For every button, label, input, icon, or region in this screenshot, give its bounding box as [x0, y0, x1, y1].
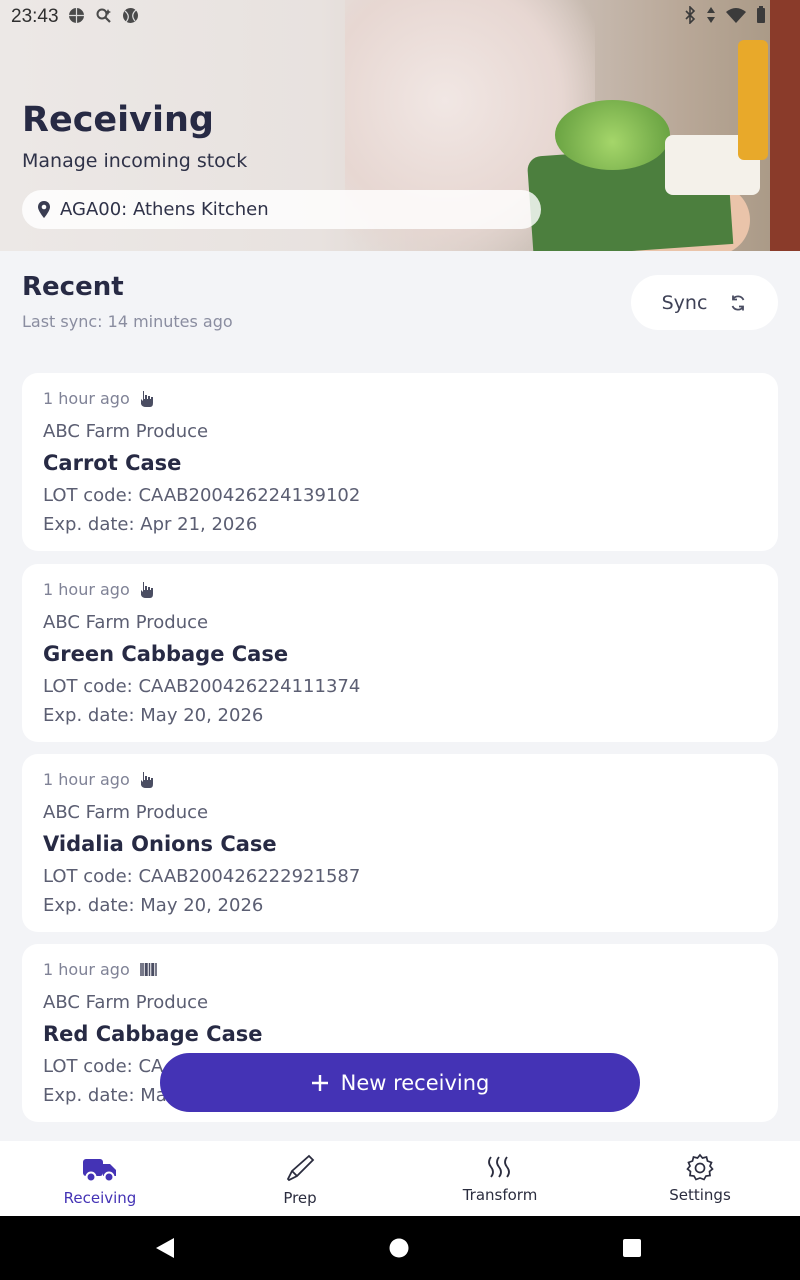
nav-label-transform: Transform [462, 1186, 538, 1204]
receiving-card[interactable]: 1 hour ago ABC Farm Produce Vidalia Onio… [22, 754, 778, 932]
truck-icon [83, 1159, 116, 1183]
battery-icon [756, 6, 766, 29]
card-lot-code: LOT code: CAAB200426224111374 [43, 676, 361, 697]
card-time: 1 hour ago [43, 580, 130, 599]
card-item-name: Red Cabbage Case [43, 1022, 263, 1046]
card-lot-code: LOT code: CAAB200426224139102 [43, 485, 361, 506]
card-time: 1 hour ago [43, 770, 130, 789]
banner-photo-lettuce [555, 100, 670, 170]
bottom-navigation: Receiving Prep Transform Settings [0, 1141, 800, 1216]
page-title: Receiving [22, 100, 214, 140]
card-time: 1 hour ago [43, 960, 130, 979]
banner-photo-bottle [738, 40, 768, 160]
gear-icon [686, 1153, 714, 1181]
ball-icon [122, 7, 139, 24]
location-pin-icon [38, 200, 50, 218]
receiving-card[interactable]: 1 hour ago ABC Farm Produce Green Cabbag… [22, 564, 778, 742]
search-sparkle-icon [95, 7, 112, 24]
nav-item-receiving[interactable]: Receiving [0, 1141, 200, 1216]
data-arrows-icon [706, 6, 716, 29]
card-lot-code: LOT code: CA [43, 1056, 164, 1077]
nav-item-prep[interactable]: Prep [200, 1141, 400, 1216]
card-time: 1 hour ago [43, 389, 130, 408]
banner-photo-edge [770, 0, 800, 251]
card-supplier: ABC Farm Produce [43, 612, 209, 633]
hand-pointer-icon [140, 390, 153, 407]
new-receiving-label: New receiving [340, 1070, 490, 1095]
system-navigation-bar [0, 1216, 800, 1280]
hand-pointer-icon [140, 581, 153, 598]
steam-icon [488, 1156, 510, 1178]
barcode-icon [140, 963, 157, 976]
status-bar: 23:43 [0, 0, 800, 32]
card-item-name: Carrot Case [43, 451, 182, 475]
page-subtitle: Manage incoming stock [22, 150, 248, 172]
sync-button[interactable]: Sync [631, 275, 778, 330]
card-exp-date: Exp. date: May 20, 2026 [43, 705, 264, 726]
location-selector[interactable]: AGA00: Athens Kitchen [22, 190, 541, 229]
header-banner: 23:43 Receiving Manage incoming stock AG… [0, 0, 800, 251]
knife-icon [286, 1154, 315, 1182]
plus-icon [311, 1074, 328, 1091]
home-icon[interactable] [389, 1238, 409, 1258]
card-exp-date: Exp. date: Apr 21, 2026 [43, 514, 258, 535]
card-item-name: Vidalia Onions Case [43, 832, 277, 856]
card-supplier: ABC Farm Produce [43, 421, 209, 442]
recents-icon[interactable] [622, 1238, 642, 1258]
location-label: AGA00: Athens Kitchen [60, 199, 269, 220]
basketball-icon [68, 7, 85, 24]
last-sync-text: Last sync: 14 minutes ago [22, 312, 233, 331]
back-icon[interactable] [154, 1237, 176, 1259]
card-supplier: ABC Farm Produce [43, 802, 209, 823]
sync-label: Sync [661, 291, 708, 314]
recent-title: Recent [22, 272, 124, 302]
nav-label-receiving: Receiving [63, 1189, 137, 1207]
hand-pointer-icon [140, 771, 153, 788]
receiving-card[interactable]: 1 hour ago ABC Farm Produce Carrot Case … [22, 373, 778, 551]
card-item-name: Green Cabbage Case [43, 642, 289, 666]
new-receiving-button[interactable]: New receiving [160, 1053, 640, 1112]
nav-item-transform[interactable]: Transform [400, 1141, 600, 1216]
bluetooth-icon [684, 5, 696, 29]
nav-label-prep: Prep [283, 1189, 317, 1207]
wifi-icon [726, 7, 746, 28]
nav-item-settings[interactable]: Settings [600, 1141, 800, 1216]
nav-label-settings: Settings [669, 1186, 731, 1204]
card-supplier: ABC Farm Produce [43, 992, 209, 1013]
sync-icon [732, 294, 745, 311]
status-time: 23:43 [11, 6, 59, 27]
card-exp-date: Exp. date: May 20, 2026 [43, 895, 264, 916]
card-exp-date: Exp. date: Ma [43, 1085, 167, 1106]
card-lot-code: LOT code: CAAB200426222921587 [43, 866, 361, 887]
